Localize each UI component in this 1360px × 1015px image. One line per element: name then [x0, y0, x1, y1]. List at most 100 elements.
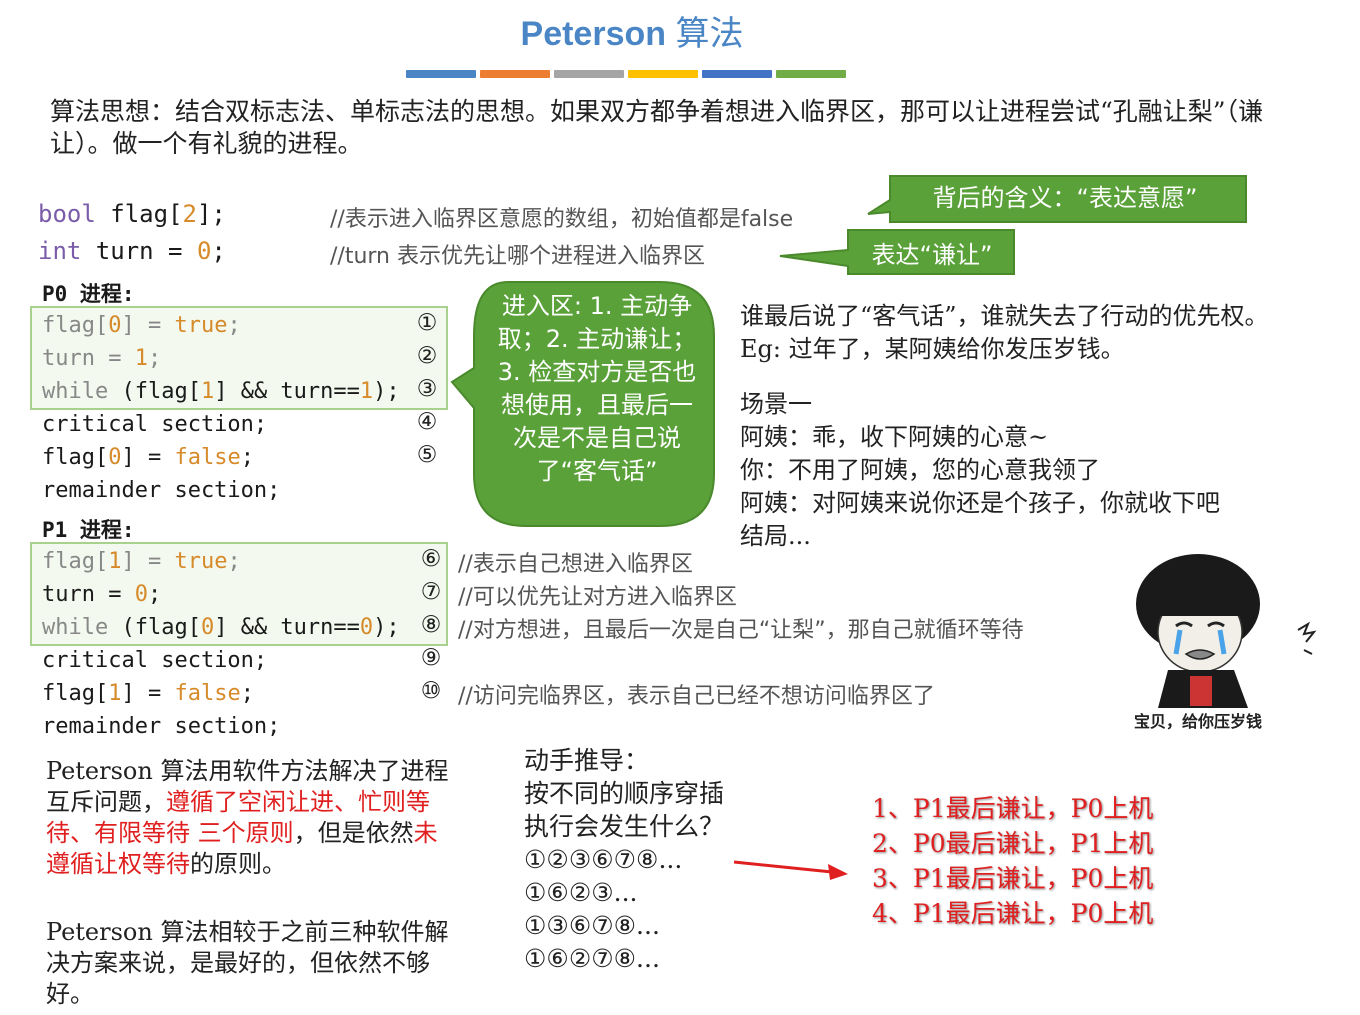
derive-question: 按不同的顺序穿插 — [524, 779, 725, 808]
color-bar-segment — [554, 70, 624, 78]
code-text: flag[ — [95, 200, 183, 228]
callout-entry-section: 进入区: 1. 主动争取；2. 主动谦让；3. 检查对方是否也想使用，且最后一次… — [497, 292, 697, 485]
p1-line-3: while (flag[0] && turn==0); — [42, 611, 400, 644]
code-text: ] = — [121, 313, 175, 338]
p0-line-2: turn = 1; — [42, 342, 161, 375]
p1-line-5: flag[1] = false; — [42, 677, 254, 710]
code-number: 1 — [108, 549, 122, 574]
code-value: false — [174, 681, 241, 706]
code-text: turn = — [42, 582, 135, 607]
derive-sequence: ①⑥②③... — [524, 878, 638, 907]
algorithm-idea: 算法思想：结合双标志法、单标志法的思想。如果双方都争着想进入临界区，那可以让进程… — [50, 97, 1264, 158]
code-text: turn = — [81, 237, 197, 265]
step-marker: ⑦ — [420, 579, 442, 605]
title-color-bar — [406, 70, 846, 78]
p1-comment-2: //可以优先让对方进入临界区 — [458, 585, 737, 610]
p0-line-3: while (flag[1] && turn==1); — [42, 375, 400, 408]
code-number: 0 — [359, 615, 374, 640]
p1-comment-1: //表示自己想进入临界区 — [458, 552, 693, 577]
title-en: Peterson — [520, 15, 667, 53]
story-line: 结局... — [740, 522, 811, 550]
arrow-right-icon — [733, 860, 848, 880]
color-bar-segment — [776, 70, 846, 78]
derive-sequence: ①②③⑥⑦⑧... — [524, 845, 683, 874]
step-marker: ⑤ — [416, 442, 438, 468]
color-bar-segment — [702, 70, 772, 78]
type-keyword: bool — [38, 200, 96, 228]
code-text: (flag[ — [108, 615, 201, 640]
code-text: turn = — [42, 346, 135, 371]
story-line: 你：不用了阿姨，您的心意我领了 — [740, 456, 1100, 484]
code-text: flag[ — [42, 681, 109, 706]
step-marker: ⑧ — [420, 612, 442, 638]
step-marker: ② — [416, 343, 438, 369]
story-line: Eg: 过年了，某阿姨给你发压岁钱。 — [740, 335, 1125, 363]
code-text: ; — [147, 582, 162, 607]
type-keyword: int — [38, 237, 82, 265]
derive-title: 动手推导： — [524, 746, 650, 775]
result-line: 2、P0最后谦让，P1上机 — [872, 829, 1154, 858]
callout-flag-meaning: 背后的含义：“表达意愿” — [932, 184, 1198, 212]
color-bar-segment — [406, 70, 476, 78]
code-keyword: while — [42, 379, 109, 404]
derive-block: 动手推导： 按不同的顺序穿插 执行会发生什么？ ①②③⑥⑦⑧... ①⑥②③..… — [524, 744, 724, 975]
code-number: 1 — [200, 379, 215, 404]
p0-line-4: critical section; — [42, 412, 268, 437]
p1-comment-3: //对方想进，且最后一次是自己“让梨”，那自己就循环等待 — [458, 618, 1024, 643]
code-number: 0 — [108, 445, 122, 470]
code-text: ] = — [121, 549, 175, 574]
code-text: ; — [240, 445, 254, 470]
decl-turn-comment: //turn 表示优先让哪个进程进入临界区 — [330, 244, 705, 269]
p0-line-1: flag[0] = true; — [42, 309, 241, 342]
code-number: 0 — [196, 237, 212, 265]
p0-line-6: remainder section; — [42, 478, 281, 503]
step-marker: ④ — [416, 409, 438, 435]
derive-question: 执行会发生什么？ — [524, 812, 725, 841]
color-bar-segment — [480, 70, 550, 78]
story-line: 阿姨：乖，收下阿姨的心意~ — [740, 423, 1049, 451]
derive-sequence: ①③⑥⑦⑧... — [524, 911, 660, 940]
code-text: ; — [147, 346, 162, 371]
meme-image — [1136, 554, 1317, 708]
p1-comment-5: //访问完临界区，表示自己已经不想访问临界区了 — [458, 684, 935, 709]
result-line: 1、P1最后谦让，P0上机 — [872, 794, 1154, 823]
derive-sequence: ①⑥②⑦⑧... — [524, 944, 660, 973]
code-number: 0 — [134, 582, 148, 607]
step-marker: ⑨ — [420, 645, 442, 671]
code-number: 1 — [359, 379, 374, 404]
code-number: 0 — [108, 313, 122, 338]
code-text: ; — [240, 681, 254, 706]
result-line: 4、P1最后谦让，P0上机 — [872, 899, 1154, 928]
callout-turn-meaning: 表达“谦让” — [871, 241, 993, 269]
code-text: ); — [373, 615, 400, 640]
code-text: ] = — [121, 681, 175, 706]
p1-label: P1 进程: — [42, 518, 135, 542]
title-cn: 算法 — [675, 15, 744, 53]
p1-line-4: critical section; — [42, 648, 268, 673]
step-marker: ① — [416, 310, 438, 336]
code-value: true — [174, 549, 228, 574]
color-bar-segment — [628, 70, 698, 78]
summary-text: 的原则。 — [190, 850, 286, 878]
code-text: ]; — [196, 200, 226, 228]
p1-line-2: turn = 0; — [42, 578, 161, 611]
code-text: flag[ — [42, 549, 109, 574]
step-marker: ⑩ — [420, 678, 442, 704]
code-text: (flag[ — [108, 379, 201, 404]
code-text: flag[ — [42, 313, 109, 338]
code-text: ] && turn== — [214, 615, 360, 640]
code-value: false — [174, 445, 241, 470]
story-line: 场景一 — [740, 390, 812, 418]
meme-caption: 宝贝，给你压岁钱 — [1134, 712, 1263, 731]
code-value: true — [174, 313, 228, 338]
code-text: ] && turn== — [214, 379, 360, 404]
code-text: ; — [211, 237, 226, 265]
story-line: 阿姨：对阿姨来说你还是个孩子，你就收下吧 — [740, 489, 1220, 517]
step-marker: ③ — [416, 376, 438, 402]
code-keyword: while — [42, 615, 109, 640]
code-number: 0 — [200, 615, 215, 640]
story-block: 谁最后说了“客气话”，谁就失去了行动的优先权。 Eg: 过年了，某阿姨给你发压岁… — [740, 300, 1360, 553]
p1-line-6: remainder section; — [42, 714, 281, 739]
p0-line-5: flag[0] = false; — [42, 441, 254, 474]
